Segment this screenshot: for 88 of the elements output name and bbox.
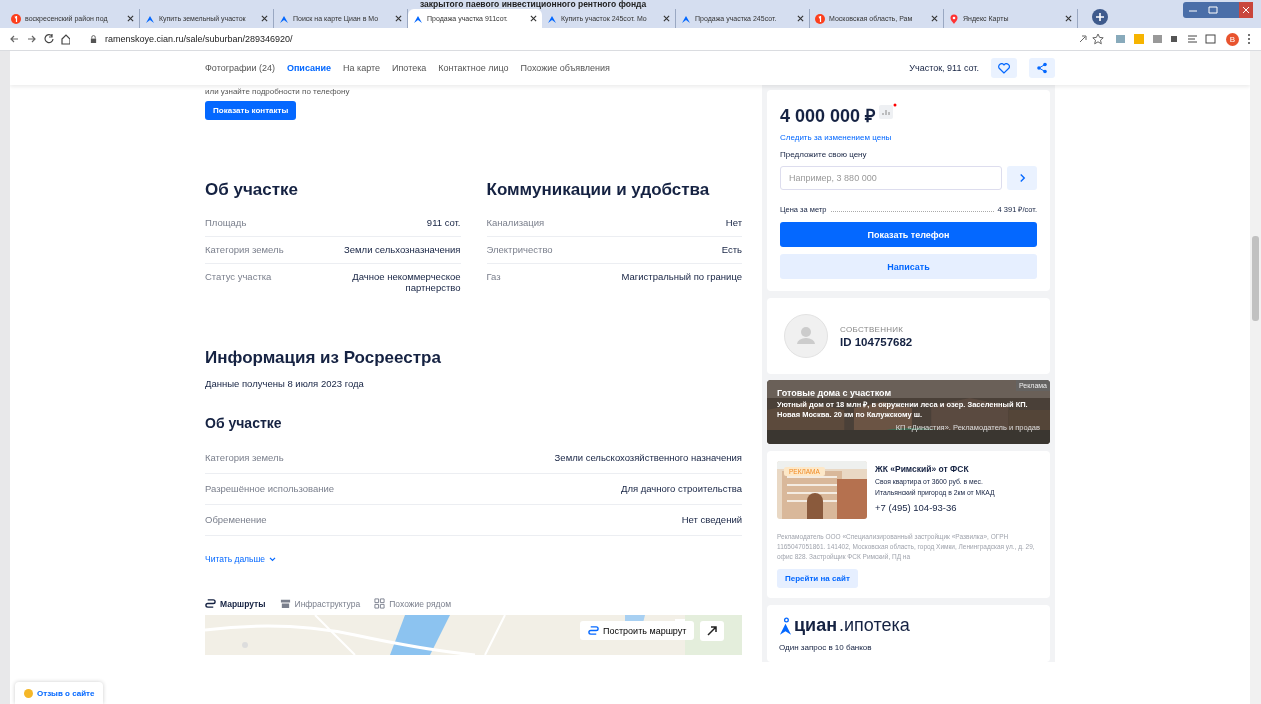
section-title: Об участке bbox=[205, 180, 299, 200]
property-label: Статус участка bbox=[205, 271, 272, 284]
chevron-down-icon bbox=[269, 556, 277, 562]
extensions-icon[interactable] bbox=[1078, 33, 1218, 45]
share-button[interactable] bbox=[1029, 58, 1055, 78]
property-label: Категория земель bbox=[205, 244, 284, 256]
follow-price-link[interactable]: Следить за изменением цены bbox=[780, 133, 1037, 142]
subsection-title: Об участке bbox=[205, 415, 283, 431]
scrollbar[interactable] bbox=[1250, 51, 1261, 704]
navigation-icon[interactable] bbox=[10, 33, 70, 45]
property-value: Земли сельскохозяйственного назначения bbox=[554, 452, 742, 464]
property-value: Для дачного строительства bbox=[620, 483, 742, 495]
ad-phone: +7 (495) 104-93-36 bbox=[875, 502, 958, 513]
address-field[interactable]: ramenskoye.cian.ru/sale/suburban/289346920/ bbox=[105, 34, 1070, 44]
banner-title: Готовые дома с участком bbox=[777, 388, 893, 398]
mortgage-text: Один запрос в 10 банков bbox=[779, 643, 873, 652]
close-icon[interactable] bbox=[530, 15, 537, 22]
chevron-right-icon bbox=[1018, 173, 1026, 183]
property-label: Площадь bbox=[205, 217, 247, 229]
property-label: Разрешённое использование bbox=[205, 483, 335, 495]
section-link[interactable]: На карте bbox=[343, 63, 380, 73]
property-value: 911 сот. bbox=[426, 217, 461, 229]
map-pin-icon bbox=[949, 13, 959, 24]
map-tab[interactable]: Маршруты bbox=[205, 598, 266, 609]
close-icon[interactable] bbox=[261, 15, 268, 22]
property-label: Обременение bbox=[205, 514, 267, 526]
section-link[interactable]: Фотографии (24) bbox=[205, 63, 275, 73]
close-icon[interactable] bbox=[931, 15, 938, 22]
property-value: Магистральный по границе bbox=[621, 271, 742, 283]
avatar-icon bbox=[784, 314, 828, 358]
route-icon bbox=[205, 598, 216, 609]
data-date: Данные получены 8 июля 2023 года bbox=[205, 378, 365, 389]
cian-logo-icon bbox=[779, 617, 792, 636]
property-value: Нет сведений bbox=[681, 514, 742, 526]
overlay-caption: закрытого паевого инвестиционного рентного фонда bbox=[420, 0, 647, 9]
show-phone-button[interactable]: Показать телефон bbox=[780, 222, 1037, 247]
offer-label: Предложите свою цену bbox=[780, 150, 868, 159]
close-icon[interactable] bbox=[395, 15, 402, 22]
route-icon bbox=[588, 625, 599, 636]
yandex-icon bbox=[11, 13, 21, 24]
property-label: Электричество bbox=[486, 244, 553, 256]
favorite-button[interactable] bbox=[991, 58, 1017, 78]
owner-role: СОБСТВЕННИК bbox=[840, 324, 905, 334]
owner-id: ID 104757682 bbox=[840, 335, 913, 348]
build-route-button[interactable]: Построить маршрут bbox=[580, 621, 695, 640]
window-controls-icon[interactable] bbox=[1183, 2, 1253, 18]
menu-icon[interactable] bbox=[1247, 33, 1251, 45]
section-title: Коммуникации и удобства bbox=[486, 180, 711, 200]
heart-icon bbox=[998, 62, 1010, 74]
section-link[interactable]: Похожие объявления bbox=[520, 63, 610, 73]
expand-icon bbox=[706, 625, 718, 637]
share-icon bbox=[1036, 62, 1048, 74]
yandex-icon bbox=[815, 13, 825, 24]
scrollbar-thumb[interactable] bbox=[1252, 236, 1259, 321]
property-value: Земли сельхозназначения bbox=[344, 244, 461, 256]
ad-title: ЖК «Римский» от ФСК bbox=[875, 464, 970, 474]
cian-mortgage-logo: циан.ипотека bbox=[779, 615, 1038, 636]
close-icon[interactable] bbox=[663, 15, 670, 22]
property-label: Канализация bbox=[486, 217, 545, 229]
map-tab[interactable]: Инфраструктура bbox=[279, 598, 361, 609]
offer-price-field[interactable]: Например, 3 880 000 bbox=[780, 166, 1002, 190]
lock-icon[interactable] bbox=[90, 34, 97, 44]
profile-avatar[interactable]: В bbox=[1226, 32, 1239, 46]
map-tab[interactable]: Похожие рядом bbox=[374, 598, 452, 609]
property-label: Категория земель bbox=[205, 452, 284, 464]
grid-icon bbox=[374, 598, 386, 609]
price: 4 000 000 ₽ bbox=[780, 105, 876, 127]
read-more-link[interactable]: Читать дальше bbox=[205, 554, 742, 564]
section-link[interactable]: Ипотека bbox=[392, 63, 427, 73]
expand-button[interactable] bbox=[700, 621, 724, 641]
section-link[interactable]: Описание bbox=[286, 63, 331, 73]
contacts-hint: или узнайте подробности по телефону bbox=[205, 87, 351, 97]
listing-summary: Участок, 911 сот. bbox=[909, 63, 979, 73]
property-value: Дачное некоммерческое партнерство bbox=[351, 271, 461, 293]
feedback-button[interactable]: Отзыв о сайте bbox=[15, 682, 104, 704]
visit-site-button[interactable]: Перейти на сайт bbox=[777, 569, 858, 588]
property-value: Нет bbox=[725, 217, 742, 229]
show-contacts-button[interactable]: Показать контакты bbox=[205, 101, 297, 120]
property-value: Есть bbox=[721, 244, 742, 256]
close-icon[interactable] bbox=[797, 15, 804, 22]
store-icon bbox=[279, 598, 291, 609]
property-label: Газ bbox=[486, 271, 501, 283]
close-icon[interactable] bbox=[127, 15, 134, 22]
close-icon[interactable] bbox=[1065, 15, 1072, 22]
section-title: Информация из Росреестра bbox=[205, 348, 442, 368]
section-link[interactable]: Контактное лицо bbox=[438, 63, 509, 73]
new-tab-icon[interactable] bbox=[1092, 9, 1108, 25]
write-button[interactable]: Написать bbox=[780, 254, 1037, 279]
